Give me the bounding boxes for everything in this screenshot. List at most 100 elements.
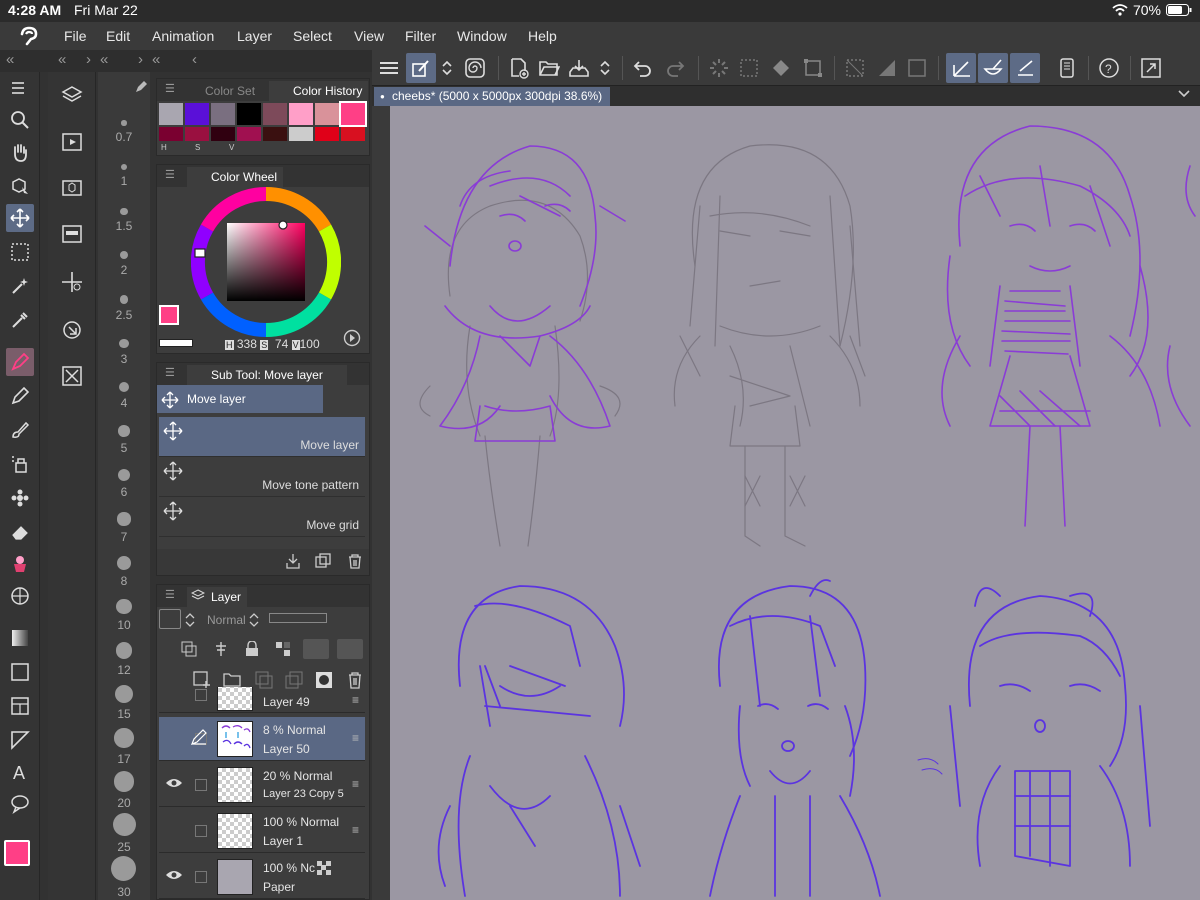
color-swatch[interactable] xyxy=(237,103,261,125)
brush-size-dot[interactable] xyxy=(112,813,136,837)
move-settings-icon[interactable] xyxy=(58,268,86,296)
layer-lock-checkbox[interactable] xyxy=(195,689,207,701)
brush-size-dot[interactable] xyxy=(120,207,128,215)
color-swatch[interactable] xyxy=(263,127,287,141)
pen-pressure-icon[interactable] xyxy=(1010,53,1040,83)
lock-transparency-icon[interactable] xyxy=(275,641,291,657)
decoration-icon[interactable] xyxy=(6,484,34,512)
brush-size-dot[interactable] xyxy=(117,468,131,482)
color-swatch[interactable] xyxy=(315,127,339,141)
chevron-left-icon[interactable]: « xyxy=(6,51,14,68)
sub-tool-move-layer[interactable]: Move layer xyxy=(159,417,365,457)
color-swatch[interactable] xyxy=(185,103,209,125)
panel-grip-icon[interactable]: ☰ xyxy=(165,82,175,95)
airbrush-icon[interactable] xyxy=(6,450,34,478)
duplicate-icon[interactable] xyxy=(315,553,331,569)
color-swatch[interactable] xyxy=(185,127,209,141)
brush-size-dot[interactable] xyxy=(113,771,135,792)
brush-blend-icon[interactable] xyxy=(978,53,1008,83)
drawing-canvas[interactable] xyxy=(390,106,1200,900)
clip-layer-icon[interactable] xyxy=(181,641,197,657)
chevron-down-icon[interactable] xyxy=(1178,89,1190,99)
chevron-right-icon[interactable]: › xyxy=(138,51,143,68)
animation-icon[interactable] xyxy=(58,128,86,156)
move-icon[interactable] xyxy=(6,204,34,232)
menu-select[interactable]: Select xyxy=(293,28,332,44)
chevron-left-icon[interactable]: « xyxy=(58,51,66,68)
selection-clear-icon[interactable] xyxy=(734,53,764,83)
color-wheel[interactable] xyxy=(191,187,341,337)
pencil-icon[interactable] xyxy=(6,382,34,410)
chevron-left-icon[interactable]: « xyxy=(100,51,108,68)
hamburger-menu-icon[interactable] xyxy=(374,53,404,83)
chevron-updown-icon[interactable] xyxy=(436,53,458,83)
open-folder-icon[interactable] xyxy=(534,53,564,83)
brush-size-dot[interactable] xyxy=(117,512,131,526)
navigator-icon[interactable] xyxy=(58,220,86,248)
help-icon[interactable]: ? xyxy=(1094,53,1124,83)
opacity-slider[interactable] xyxy=(269,613,327,623)
tab-color-history[interactable]: Color History xyxy=(269,81,369,101)
fullscreen-icon[interactable] xyxy=(1136,53,1166,83)
sub-tool-move-grid[interactable]: Move grid xyxy=(159,497,365,537)
reference-layer-icon[interactable] xyxy=(213,641,229,657)
chevron-right-icon[interactable]: › xyxy=(86,51,91,68)
menu-layer[interactable]: Layer xyxy=(237,28,272,44)
blend-icon[interactable] xyxy=(6,550,34,578)
brush-icon[interactable] xyxy=(6,416,34,444)
color-swatch[interactable] xyxy=(315,103,339,125)
stabilizer-icon[interactable] xyxy=(946,53,976,83)
menu-filter[interactable]: Filter xyxy=(405,28,436,44)
color-swatch[interactable] xyxy=(341,127,365,141)
balloon-icon[interactable] xyxy=(6,790,34,818)
loading-spinner-icon[interactable] xyxy=(704,53,734,83)
ruler-icon[interactable] xyxy=(6,726,34,754)
layer-property-icon[interactable] xyxy=(58,82,86,110)
menu-edit[interactable]: Edit xyxy=(106,28,130,44)
frame-border-icon[interactable] xyxy=(6,692,34,720)
mask-enable-icon[interactable] xyxy=(303,639,329,659)
brush-size-dot[interactable] xyxy=(120,251,128,260)
object-select-icon[interactable] xyxy=(6,172,34,200)
edit-mode-icon[interactable] xyxy=(406,53,436,83)
brush-size-dot[interactable] xyxy=(114,684,134,704)
layer-row[interactable]: 20 % Normal Layer 23 Copy 5 ≡ xyxy=(159,763,365,807)
cut-icon[interactable] xyxy=(58,362,86,390)
tool-menu-icon[interactable] xyxy=(6,74,34,102)
selection-border-icon[interactable] xyxy=(902,53,932,83)
save-icon[interactable] xyxy=(564,53,594,83)
panel-grip-icon[interactable]: ☰ xyxy=(165,168,175,181)
brush-size-dot[interactable] xyxy=(121,120,127,126)
layer-row[interactable]: 8 % Normal Layer 50 ≡ xyxy=(159,717,365,761)
rotate-icon[interactable] xyxy=(58,316,86,344)
brush-size-dot[interactable] xyxy=(118,382,130,393)
transform-icon[interactable] xyxy=(798,53,828,83)
menu-window[interactable]: Window xyxy=(457,28,507,44)
blend-mode-select[interactable]: Normal xyxy=(207,613,246,627)
trash-icon[interactable] xyxy=(347,553,363,569)
eye-icon[interactable] xyxy=(165,777,183,789)
tab-color-set[interactable]: Color Set xyxy=(181,81,261,101)
eraser-icon[interactable] xyxy=(6,518,34,546)
brush-size-dot[interactable] xyxy=(111,855,137,881)
zoom-icon[interactable] xyxy=(6,106,34,134)
new-file-icon[interactable] xyxy=(504,53,534,83)
panel-grip-icon[interactable]: ☰ xyxy=(165,366,175,379)
brush-size-dot[interactable] xyxy=(119,338,129,348)
main-color-swatch[interactable] xyxy=(4,840,30,866)
undo-icon[interactable] xyxy=(628,53,658,83)
color-swatch[interactable] xyxy=(339,101,367,127)
pen-icon[interactable] xyxy=(6,348,34,376)
magic-wand-icon[interactable] xyxy=(6,272,34,300)
brush-size-dot[interactable] xyxy=(117,556,131,570)
lock-icon[interactable] xyxy=(245,641,259,657)
color-swatch[interactable] xyxy=(263,103,287,125)
chevron-updown-icon[interactable] xyxy=(249,613,259,627)
color-swatch[interactable] xyxy=(211,127,235,141)
sub-tool-move-tone-pattern[interactable]: Move tone pattern xyxy=(159,457,365,497)
figure-icon[interactable] xyxy=(6,582,34,610)
layer-row[interactable]: Layer 49 ≡ xyxy=(159,687,365,713)
layer-row[interactable]: 100 % Normal Layer 1 ≡ xyxy=(159,809,365,853)
brush-size-dot[interactable] xyxy=(118,425,130,437)
layer-menu-icon[interactable]: ≡ xyxy=(352,823,359,837)
